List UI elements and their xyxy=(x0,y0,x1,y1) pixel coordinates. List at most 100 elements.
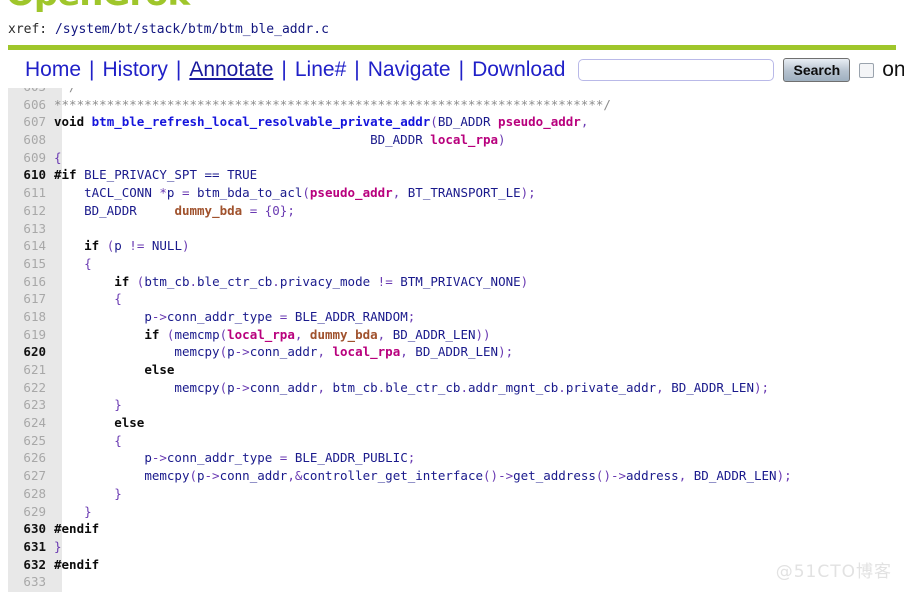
code-line: 607 void btm_ble_refresh_local_resolvable… xyxy=(0,113,904,131)
line-number[interactable]: 630 xyxy=(0,520,54,538)
menu-item-navigate[interactable]: Navigate xyxy=(361,58,458,82)
code-line: 611 tACL_CONN *p = btm_bda_to_acl(pseudo… xyxy=(0,184,904,202)
code-line: 621 else xyxy=(0,361,904,379)
line-source: p->conn_addr_type = BLE_ADDR_RANDOM; xyxy=(144,308,416,324)
line-number[interactable]: 613 xyxy=(0,220,54,238)
menu-item-download[interactable]: Download xyxy=(465,58,572,82)
code-line: 622 memcpy(p->conn_addr, btm_cb.ble_ctr_… xyxy=(0,379,904,397)
line-number[interactable]: 623 xyxy=(0,396,54,414)
line-number[interactable]: 629 xyxy=(0,503,54,521)
source-code-listing: 605 */606*******************************… xyxy=(0,88,904,591)
line-number[interactable]: 628 xyxy=(0,485,54,503)
menu-item-history[interactable]: History xyxy=(96,58,175,82)
line-source: } xyxy=(54,485,122,501)
line-source: BD_ADDR local_rpa) xyxy=(370,132,506,148)
line-source: memcpy(p->conn_addr, btm_cb.ble_ctr_cb.a… xyxy=(174,379,770,395)
code-line: 615 { xyxy=(0,255,904,273)
code-line: 610 #if BLE_PRIVACY_SPT == TRUE xyxy=(0,166,904,184)
menu-separator: | xyxy=(89,58,95,81)
line-source: ****************************************… xyxy=(54,96,611,112)
line-number[interactable]: 616 xyxy=(0,273,54,291)
line-source: p->conn_addr_type = BLE_ADDR_PUBLIC; xyxy=(144,450,416,466)
line-source: if (p != NULL) xyxy=(84,238,190,254)
line-number[interactable]: 622 xyxy=(0,379,54,397)
code-line: 626 p->conn_addr_type = BLE_ADDR_PUBLIC; xyxy=(0,449,904,467)
line-source: if (btm_cb.ble_ctr_cb.privacy_mode != BT… xyxy=(114,273,529,289)
menu-item-linenumber[interactable]: Line# xyxy=(288,58,353,82)
line-source: { xyxy=(54,149,62,165)
line-source: memcpy(p->conn_addr, local_rpa, BD_ADDR_… xyxy=(174,344,514,360)
code-line: 612 BD_ADDR dummy_bda = {0}; xyxy=(0,202,904,220)
code-line: 609{ xyxy=(0,149,904,167)
menu-item-home[interactable]: Home xyxy=(18,58,88,82)
line-number[interactable]: 621 xyxy=(0,361,54,379)
code-line: 630 #endif xyxy=(0,520,904,538)
line-source: { xyxy=(54,255,92,271)
line-source: } xyxy=(54,503,92,519)
code-line: 632 #endif xyxy=(0,556,904,574)
line-source: #endif xyxy=(54,556,100,572)
line-number[interactable]: 611 xyxy=(0,184,54,202)
line-source: { xyxy=(54,432,122,448)
line-number[interactable]: 627 xyxy=(0,467,54,485)
xref-label: xref: xyxy=(8,22,48,37)
line-number[interactable]: 610 xyxy=(0,166,54,184)
line-source: else xyxy=(114,415,145,431)
line-source: void btm_ble_refresh_local_resolvable_pr… xyxy=(54,114,589,130)
line-number[interactable]: 612 xyxy=(0,202,54,220)
navigation-menu: Home | History | Annotate | Line# | Navi… xyxy=(18,53,904,87)
line-source: { xyxy=(54,291,122,307)
code-line: 627 memcpy(p->conn_addr,&controller_get_… xyxy=(0,467,904,485)
code-line: 623 } xyxy=(0,396,904,414)
line-source: BD_ADDR dummy_bda = {0}; xyxy=(84,202,295,218)
xref-file-path[interactable]: /system/bt/stack/btm/btm_ble_addr.c xyxy=(55,22,329,37)
code-line: 628 } xyxy=(0,485,904,503)
line-number[interactable]: 605 xyxy=(0,88,54,96)
code-line: 625 { xyxy=(0,432,904,450)
line-number[interactable]: 626 xyxy=(0,449,54,467)
site-logo: OpenGrokAaronlinux cross_ref xyxy=(6,0,308,14)
code-line: 608 BD_ADDR local_rpa) xyxy=(0,131,904,149)
code-line: 624 else xyxy=(0,414,904,432)
code-line: 618 p->conn_addr_type = BLE_ADDR_RANDOM; xyxy=(0,308,904,326)
line-number[interactable]: 620 xyxy=(0,343,54,361)
line-number[interactable]: 632 xyxy=(0,556,54,574)
line-number[interactable]: 606 xyxy=(0,96,54,114)
xref-path: xref: /system/bt/stack/btm/btm_ble_addr.… xyxy=(8,22,329,37)
menu-separator: | xyxy=(281,58,287,81)
menu-separator: | xyxy=(354,58,360,81)
menu-item-annotate[interactable]: Annotate xyxy=(182,58,280,82)
code-line: 606 *************************************… xyxy=(0,96,904,114)
accent-divider xyxy=(8,45,896,50)
code-line: 616 if (btm_cb.ble_ctr_cb.privacy_mode !… xyxy=(0,273,904,291)
opengrok-page: OpenGrokAaronlinux cross_ref xref: /syst… xyxy=(0,0,904,592)
code-line: 613 xyxy=(0,220,904,238)
search-scope-label: on xyxy=(882,58,904,81)
line-number[interactable]: 618 xyxy=(0,308,54,326)
line-number[interactable]: 617 xyxy=(0,290,54,308)
search-button[interactable]: Search xyxy=(783,58,851,82)
line-number[interactable]: 609 xyxy=(0,149,54,167)
line-number[interactable]: 624 xyxy=(0,414,54,432)
line-number[interactable]: 625 xyxy=(0,432,54,450)
site-logo-primary: OpenGrok xyxy=(6,0,190,14)
line-number[interactable]: 619 xyxy=(0,326,54,344)
line-source: memcpy(p->conn_addr,&controller_get_inte… xyxy=(144,468,792,484)
line-number[interactable]: 608 xyxy=(0,131,54,149)
code-line: 617 { xyxy=(0,290,904,308)
line-number[interactable]: 614 xyxy=(0,237,54,255)
search-input[interactable] xyxy=(578,59,775,81)
line-source: #if BLE_PRIVACY_SPT == TRUE xyxy=(54,167,258,183)
code-line: 605 */ xyxy=(0,88,904,96)
line-source: #endif xyxy=(54,521,100,537)
code-line: 614 if (p != NULL) xyxy=(0,237,904,255)
line-number[interactable]: 633 xyxy=(0,573,54,591)
line-number[interactable]: 615 xyxy=(0,255,54,273)
code-line: 633 xyxy=(0,573,904,591)
line-number[interactable]: 631 xyxy=(0,538,54,556)
line-number[interactable]: 607 xyxy=(0,113,54,131)
source-code-viewport[interactable]: 605 */606*******************************… xyxy=(0,88,904,592)
search-scope-checkbox[interactable] xyxy=(859,62,875,78)
line-source: } xyxy=(54,397,122,413)
line-source: } xyxy=(54,538,62,554)
